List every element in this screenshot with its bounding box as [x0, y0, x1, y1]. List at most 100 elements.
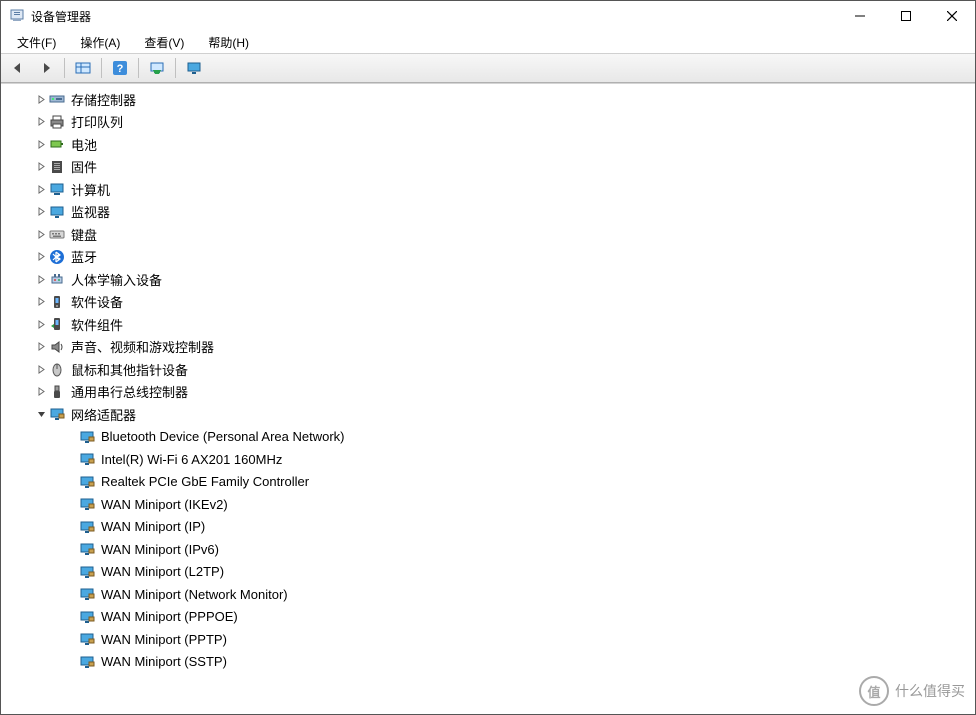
menu-help[interactable]: 帮助(H) — [198, 32, 259, 53]
chevron-right-icon[interactable] — [33, 136, 49, 152]
forward-button[interactable] — [33, 55, 59, 81]
chevron-right-icon[interactable] — [33, 226, 49, 242]
scan-hardware-button[interactable] — [144, 55, 170, 81]
tree-category[interactable]: 人体学输入设备 — [1, 268, 975, 291]
tree-category[interactable]: 键盘 — [1, 223, 975, 246]
software-device-icon — [49, 294, 65, 310]
menu-action[interactable]: 操作(A) — [70, 32, 130, 53]
tree-device-label: WAN Miniport (L2TP) — [99, 564, 226, 579]
computer-icon — [49, 181, 65, 197]
tree-category[interactable]: 声音、视频和游戏控制器 — [1, 336, 975, 359]
tree-device[interactable]: WAN Miniport (L2TP) — [1, 561, 975, 584]
chevron-right-icon[interactable] — [33, 294, 49, 310]
tree-category-label: 鼠标和其他指针设备 — [69, 360, 190, 379]
printer-icon — [49, 114, 65, 130]
tree-category-label: 软件设备 — [69, 292, 125, 311]
toolbar-separator — [175, 58, 176, 78]
tree-device[interactable]: Intel(R) Wi-Fi 6 AX201 160MHz — [1, 448, 975, 471]
usb-icon — [49, 384, 65, 400]
toolbar-separator — [64, 58, 65, 78]
tree-category[interactable]: 软件组件 — [1, 313, 975, 336]
network-adapter-icon — [79, 586, 95, 602]
tree-device-label: WAN Miniport (Network Monitor) — [99, 587, 290, 602]
chevron-down-icon[interactable] — [33, 406, 49, 422]
tree-device-label: WAN Miniport (SSTP) — [99, 654, 229, 669]
tree-category-label: 键盘 — [69, 225, 99, 244]
scan-hardware-icon — [149, 60, 165, 76]
tree-device-label: WAN Miniport (PPPOE) — [99, 609, 240, 624]
tree-device[interactable]: WAN Miniport (IPv6) — [1, 538, 975, 561]
chevron-right-icon[interactable] — [33, 384, 49, 400]
tree-category[interactable]: 电池 — [1, 133, 975, 156]
svg-text:?: ? — [117, 63, 124, 75]
tree-device[interactable]: Realtek PCIe GbE Family Controller — [1, 471, 975, 494]
network-adapter-icon — [79, 609, 95, 625]
expander-spacer — [63, 519, 79, 535]
tree-device[interactable]: WAN Miniport (SSTP) — [1, 651, 975, 674]
help-icon: ? — [112, 60, 128, 76]
tree-category-label: 蓝牙 — [69, 247, 99, 266]
tree-category[interactable]: 网络适配器 — [1, 403, 975, 426]
tree-device-label: Realtek PCIe GbE Family Controller — [99, 474, 311, 489]
tree-category[interactable]: 鼠标和其他指针设备 — [1, 358, 975, 381]
chevron-right-icon[interactable] — [33, 114, 49, 130]
back-button[interactable] — [5, 55, 31, 81]
expander-spacer — [63, 474, 79, 490]
monitor-button[interactable] — [181, 55, 207, 81]
chevron-right-icon[interactable] — [33, 316, 49, 332]
tree-device[interactable]: Bluetooth Device (Personal Area Network) — [1, 426, 975, 449]
tree-device-label: WAN Miniport (IKEv2) — [99, 497, 230, 512]
tree-device[interactable]: WAN Miniport (IKEv2) — [1, 493, 975, 516]
tree-category-label: 声音、视频和游戏控制器 — [69, 337, 216, 356]
chevron-right-icon[interactable] — [33, 181, 49, 197]
chevron-right-icon[interactable] — [33, 91, 49, 107]
show-hidden-button[interactable] — [70, 55, 96, 81]
monitor-icon — [186, 60, 202, 76]
chevron-right-icon[interactable] — [33, 204, 49, 220]
tree-category-label: 人体学输入设备 — [69, 270, 164, 289]
tree-device[interactable]: WAN Miniport (IP) — [1, 516, 975, 539]
network-adapter-icon — [79, 564, 95, 580]
network-adapter-icon — [79, 451, 95, 467]
close-button[interactable] — [929, 1, 975, 31]
maximize-button[interactable] — [883, 1, 929, 31]
mouse-icon — [49, 361, 65, 377]
network-adapter-icon — [79, 429, 95, 445]
tree-device[interactable]: WAN Miniport (PPTP) — [1, 628, 975, 651]
tree-category-label: 监视器 — [69, 202, 112, 221]
tree-category-label: 软件组件 — [69, 315, 125, 334]
chevron-right-icon[interactable] — [33, 159, 49, 175]
tree-category[interactable]: 软件设备 — [1, 291, 975, 314]
tree-device-label: Bluetooth Device (Personal Area Network) — [99, 429, 347, 444]
chevron-right-icon[interactable] — [33, 249, 49, 265]
menu-view[interactable]: 查看(V) — [134, 32, 194, 53]
device-manager-window: 设备管理器 文件(F) 操作(A) 查看(V) 帮助(H) — [0, 0, 976, 715]
toolbar-separator — [138, 58, 139, 78]
tree-category[interactable]: 存储控制器 — [1, 88, 975, 111]
bluetooth-icon — [49, 249, 65, 265]
tree-category-label: 计算机 — [69, 180, 112, 199]
tree-category[interactable]: 监视器 — [1, 201, 975, 224]
tree-category[interactable]: 固件 — [1, 156, 975, 179]
tree-category[interactable]: 通用串行总线控制器 — [1, 381, 975, 404]
toolbar-separator — [101, 58, 102, 78]
device-tree[interactable]: 存储控制器打印队列电池固件计算机监视器键盘蓝牙人体学输入设备软件设备软件组件声音… — [1, 84, 975, 714]
minimize-button[interactable] — [837, 1, 883, 31]
tree-category[interactable]: 打印队列 — [1, 111, 975, 134]
tree-device[interactable]: WAN Miniport (Network Monitor) — [1, 583, 975, 606]
menu-file[interactable]: 文件(F) — [7, 32, 66, 53]
help-button[interactable]: ? — [107, 55, 133, 81]
keyboard-icon — [49, 226, 65, 242]
hid-icon — [49, 271, 65, 287]
tree-category[interactable]: 蓝牙 — [1, 246, 975, 269]
network-adapter-icon — [79, 519, 95, 535]
toolbar: ? — [1, 53, 975, 83]
tree-category[interactable]: 计算机 — [1, 178, 975, 201]
chevron-right-icon[interactable] — [33, 339, 49, 355]
expander-spacer — [63, 564, 79, 580]
sound-icon — [49, 339, 65, 355]
chevron-right-icon[interactable] — [33, 271, 49, 287]
expander-spacer — [63, 609, 79, 625]
tree-device[interactable]: WAN Miniport (PPPOE) — [1, 606, 975, 629]
chevron-right-icon[interactable] — [33, 361, 49, 377]
